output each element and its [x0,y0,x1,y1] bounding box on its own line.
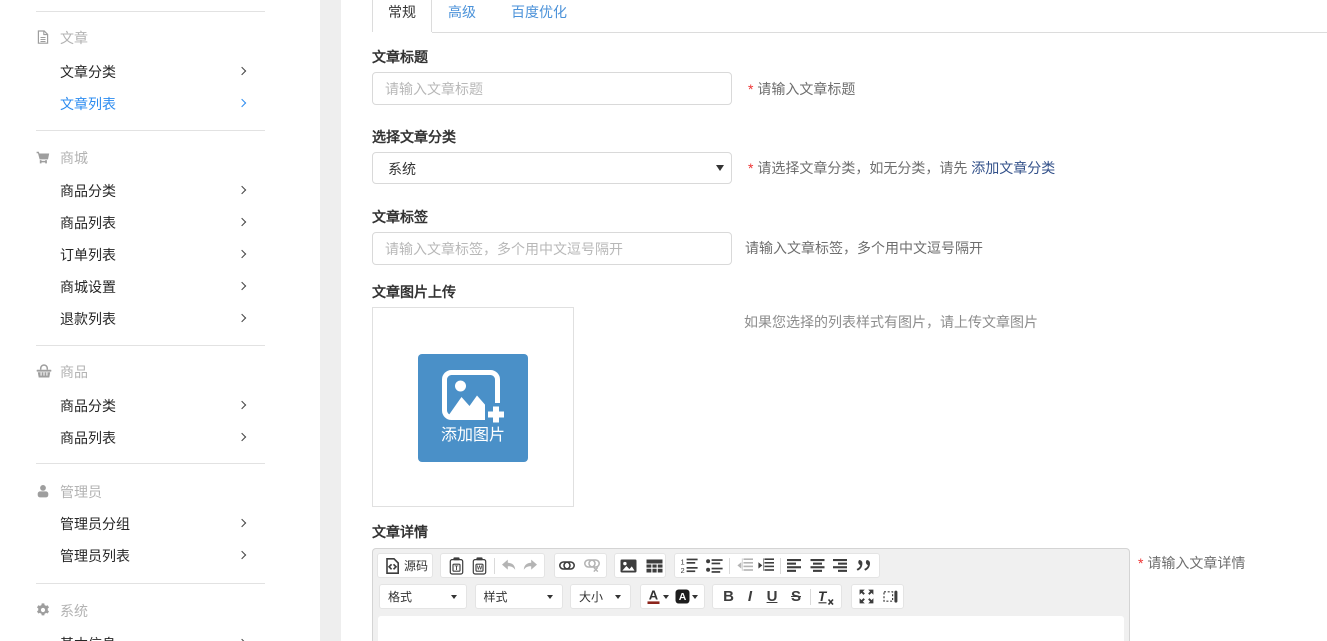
svg-text:A: A [648,588,658,603]
svg-text:T: T [454,564,458,571]
svg-text:2: 2 [681,566,685,573]
svg-text:A: A [678,591,686,603]
svg-text:T: T [818,589,828,604]
